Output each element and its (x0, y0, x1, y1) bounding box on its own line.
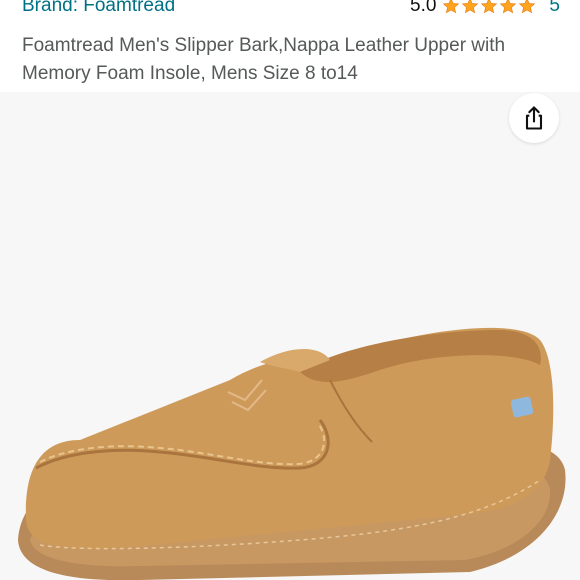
product-image[interactable] (0, 92, 580, 580)
rating-count[interactable]: 5 (549, 0, 560, 18)
star-icon (443, 0, 460, 14)
star-icon (481, 0, 498, 14)
rating-summary[interactable]: 5.0 5 (410, 0, 560, 18)
rating-value: 5.0 (410, 0, 437, 16)
star-icon (462, 0, 479, 14)
share-button[interactable] (509, 93, 559, 143)
product-title: Foamtread Men's Slipper Bark,Nappa Leath… (22, 35, 506, 84)
brand-rating-row: Brand: Foamtread 5.0 5 (0, 0, 580, 20)
brand-link[interactable]: Brand: Foamtread (22, 0, 175, 18)
star-rating (442, 0, 537, 15)
star-icon (519, 0, 536, 14)
share-icon (525, 106, 543, 130)
star-icon (500, 0, 517, 14)
